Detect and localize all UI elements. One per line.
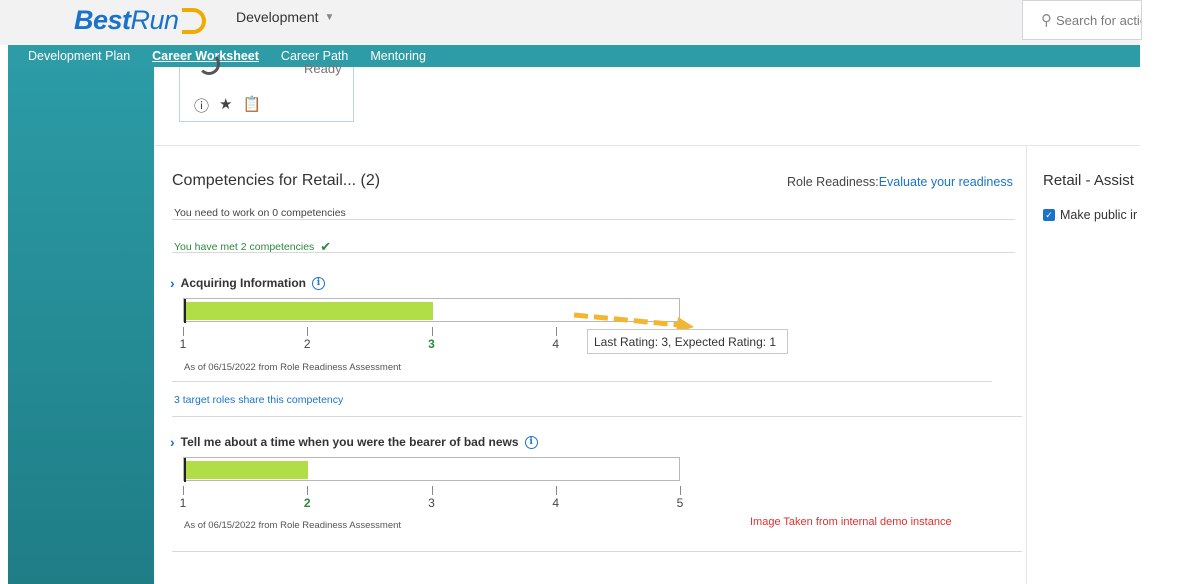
rating-bar-fill <box>186 461 309 479</box>
scale-tick <box>183 486 184 495</box>
clipboard-add-icon[interactable]: 📋 <box>242 95 261 116</box>
make-public-label: Make public ir <box>1060 208 1138 222</box>
search-placeholder: Search for actio <box>1056 12 1142 28</box>
scale-tick-label: 2 <box>303 496 311 510</box>
sidebar-panel <box>8 67 154 584</box>
expected-rating-marker <box>184 299 186 323</box>
nav-bar: Development Plan Career Worksheet Career… <box>8 45 1140 67</box>
scale-tick <box>183 327 184 336</box>
section-divider <box>155 145 1140 146</box>
as-of-text: As of 06/15/2022 from Role Readiness Ass… <box>184 520 402 531</box>
scale-tick <box>555 327 557 336</box>
right-panel-title: Retail - Assist <box>1043 172 1134 189</box>
module-label: Development <box>236 9 319 25</box>
competency-header-acquiring-information[interactable]: › Acquiring Information i <box>170 275 325 291</box>
top-header: BestRun Development ▼ ⚲ Search for actio <box>0 0 1142 45</box>
role-readiness-label: Role Readiness: <box>787 175 879 189</box>
bestrun-logo[interactable]: BestRun <box>74 5 179 36</box>
make-public-checkbox[interactable]: ✓ Make public ir <box>1043 208 1140 222</box>
scale-tick-label: 4 <box>552 496 560 510</box>
scale-tick <box>555 486 557 495</box>
scale-tick-label: 4 <box>552 337 560 351</box>
readiness-status: Ready <box>304 61 342 76</box>
scale-tick <box>431 327 433 336</box>
search-input[interactable]: ⚲ Search for actio <box>1022 0 1142 40</box>
caret-down-icon: ▼ <box>324 11 335 23</box>
card-actions: ⓘ ★ 📋 <box>194 95 261 116</box>
info-icon[interactable]: ⓘ <box>194 95 209 116</box>
divider <box>172 551 1022 552</box>
divider <box>172 416 1022 417</box>
rating-tooltip: Last Rating: 3, Expected Rating: 1 <box>587 329 788 354</box>
rating-bar <box>183 457 680 482</box>
scale-tick <box>680 486 681 495</box>
watermark-text: Image Taken from internal demo instance <box>750 516 952 528</box>
rating-bar-fill <box>186 302 433 320</box>
as-of-text: As of 06/15/2022 from Role Readiness Ass… <box>184 362 402 373</box>
chevron-right-icon[interactable]: › <box>170 434 175 450</box>
scale-tick <box>307 486 309 495</box>
tab-development-plan[interactable]: Development Plan <box>28 49 130 63</box>
competencies-title: Competencies for Retail... (2) <box>172 172 381 189</box>
scale-tick-label: 3 <box>428 496 435 510</box>
search-icon: ⚲ <box>1041 12 1052 29</box>
readiness-ring-icon <box>198 53 220 75</box>
info-icon[interactable]: i <box>524 435 538 449</box>
tab-mentoring[interactable]: Mentoring <box>370 49 426 63</box>
module-switcher[interactable]: Development ▼ <box>236 9 334 25</box>
star-icon[interactable]: ★ <box>219 95 232 116</box>
panel-divider <box>1026 146 1027 584</box>
divider <box>172 252 1015 253</box>
scale-tick-label: 5 <box>676 496 684 510</box>
competency-header-bad-news[interactable]: › Tell me about a time when you were the… <box>170 434 538 450</box>
target-roles-link[interactable]: 3 target roles share this competency <box>174 394 343 406</box>
scale-tick-label: 1 <box>179 337 187 351</box>
info-icon[interactable]: i <box>312 276 325 290</box>
divider <box>172 219 1015 220</box>
scale-tick <box>431 486 433 495</box>
role-card[interactable]: Ready ⓘ ★ 📋 <box>179 53 354 122</box>
need-work-text: You need to work on 0 competencies <box>174 207 346 219</box>
scale-tick-label: 3 <box>428 337 435 351</box>
scale-tick-label: 1 <box>179 496 187 510</box>
rating-scale: 1 2 3 4 5 <box>180 486 683 510</box>
scale-tick-label: 2 <box>303 337 311 351</box>
divider <box>172 381 992 382</box>
expected-rating-marker <box>184 458 186 482</box>
evaluate-readiness-link[interactable]: Evaluate your readiness <box>879 175 1013 189</box>
chevron-right-icon[interactable]: › <box>170 275 175 291</box>
logo-arc-icon <box>182 8 206 34</box>
checkbox-checked-icon[interactable]: ✓ <box>1043 209 1055 221</box>
competency-name: Tell me about a time when you were the b… <box>180 435 519 449</box>
competency-name: Acquiring Information <box>180 276 306 290</box>
role-readiness: Role Readiness:Evaluate your readiness <box>787 175 1013 189</box>
scale-tick <box>307 327 309 336</box>
